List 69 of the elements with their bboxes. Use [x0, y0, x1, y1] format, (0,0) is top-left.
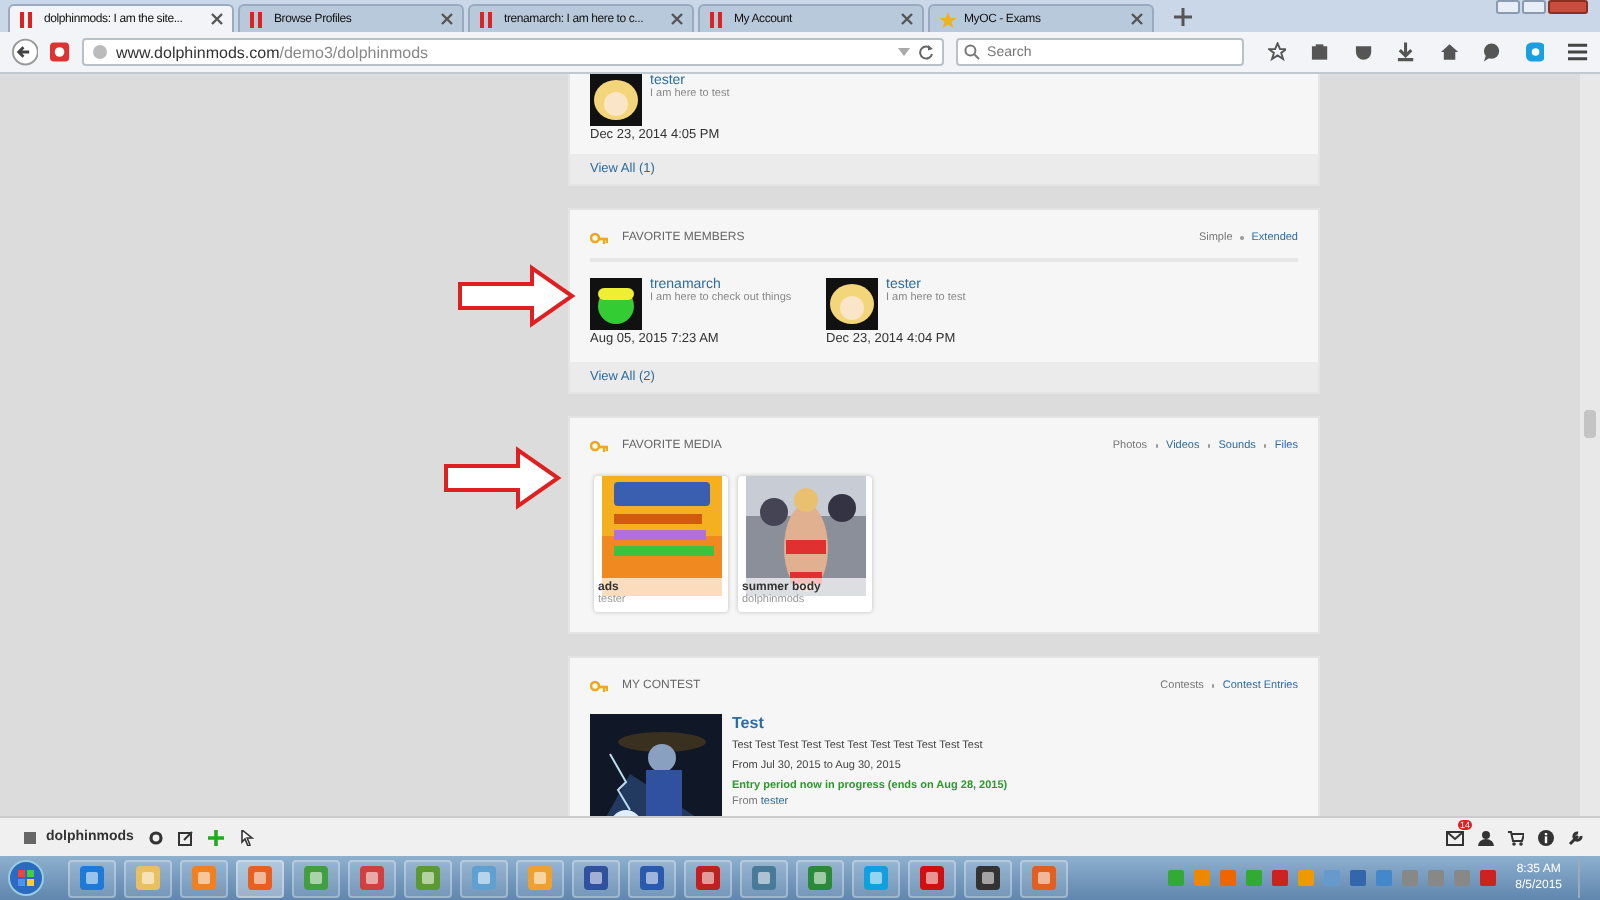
site-icon: [18, 9, 38, 29]
maximize-icon[interactable]: [1522, 0, 1546, 14]
plus-icon[interactable]: [207, 829, 224, 845]
app-icon: [414, 864, 442, 892]
start-icon[interactable]: [8, 860, 44, 896]
site-icon: [708, 9, 728, 29]
dropdown-icon[interactable]: [897, 48, 910, 56]
inbox-icon[interactable]: [1446, 829, 1464, 845]
key-icon: [590, 231, 608, 245]
info-icon[interactable]: [1538, 829, 1554, 845]
minimize-icon[interactable]: [1496, 0, 1520, 14]
square-icon: [24, 831, 36, 843]
scrollbar[interactable]: [1580, 74, 1600, 816]
app-icon: [582, 864, 610, 892]
app-icon: [134, 864, 162, 892]
taskbar-app-button[interactable]: [572, 859, 620, 897]
edit-icon[interactable]: [177, 829, 194, 845]
address-field[interactable]: www.dolphinmods.com/demo3/dolphinmods: [81, 38, 944, 66]
app-icon: [78, 864, 106, 892]
avatar: [590, 278, 642, 330]
clipboard-icon[interactable]: [1310, 42, 1330, 62]
app-icon: [638, 864, 666, 892]
close-icon[interactable]: [900, 12, 914, 26]
close-icon[interactable]: [1130, 12, 1144, 26]
bookmark-icon[interactable]: [1267, 42, 1287, 62]
close-window-icon[interactable]: [1548, 0, 1588, 14]
avatar: [590, 74, 642, 126]
key-icon: [590, 439, 608, 453]
scroll-thumb[interactable]: [1584, 410, 1596, 438]
star-icon: [938, 9, 958, 29]
site-icon: [248, 9, 268, 29]
close-icon[interactable]: [210, 12, 224, 26]
app-icon: [918, 864, 946, 892]
app-icon: [974, 864, 1002, 892]
site-icon[interactable]: [50, 42, 70, 62]
taskbar-app-button[interactable]: [908, 859, 956, 897]
app-icon: [806, 864, 834, 892]
app-icon: [190, 864, 218, 892]
back-icon[interactable]: [12, 38, 39, 66]
app-icon: [1030, 864, 1058, 892]
download-icon[interactable]: [1396, 42, 1416, 62]
app-icon: [302, 864, 330, 892]
app-icon: [750, 864, 778, 892]
app-icon: [694, 864, 722, 892]
menu-icon[interactable]: [1568, 42, 1589, 62]
reload-icon[interactable]: [917, 44, 934, 60]
key-icon: [590, 679, 608, 693]
new-tab-icon[interactable]: [1174, 8, 1192, 26]
cart-icon[interactable]: [1508, 829, 1524, 845]
wrench-icon[interactable]: [1568, 829, 1584, 845]
taskbar-app-button[interactable]: [628, 859, 676, 897]
site-icon: [478, 9, 498, 29]
pointer-icon[interactable]: [237, 829, 254, 845]
app-icon: [470, 864, 498, 892]
chat-icon[interactable]: [1482, 42, 1502, 62]
taskbar-app-button[interactable]: [684, 859, 732, 897]
app-icon: [862, 864, 890, 892]
app-icon: [246, 864, 274, 892]
app-icon: [358, 864, 386, 892]
app-icon: [526, 864, 554, 892]
avatar: [826, 278, 878, 330]
globe-icon: [91, 44, 108, 60]
close-icon[interactable]: [670, 12, 684, 26]
user-icon[interactable]: [1478, 829, 1494, 845]
arrow-drawing: [444, 446, 564, 510]
taskbar-app-button[interactable]: [964, 859, 1012, 897]
contest-title-link[interactable]: Test: [732, 714, 1008, 732]
home-icon[interactable]: [1439, 42, 1459, 62]
close-icon[interactable]: [440, 12, 454, 26]
